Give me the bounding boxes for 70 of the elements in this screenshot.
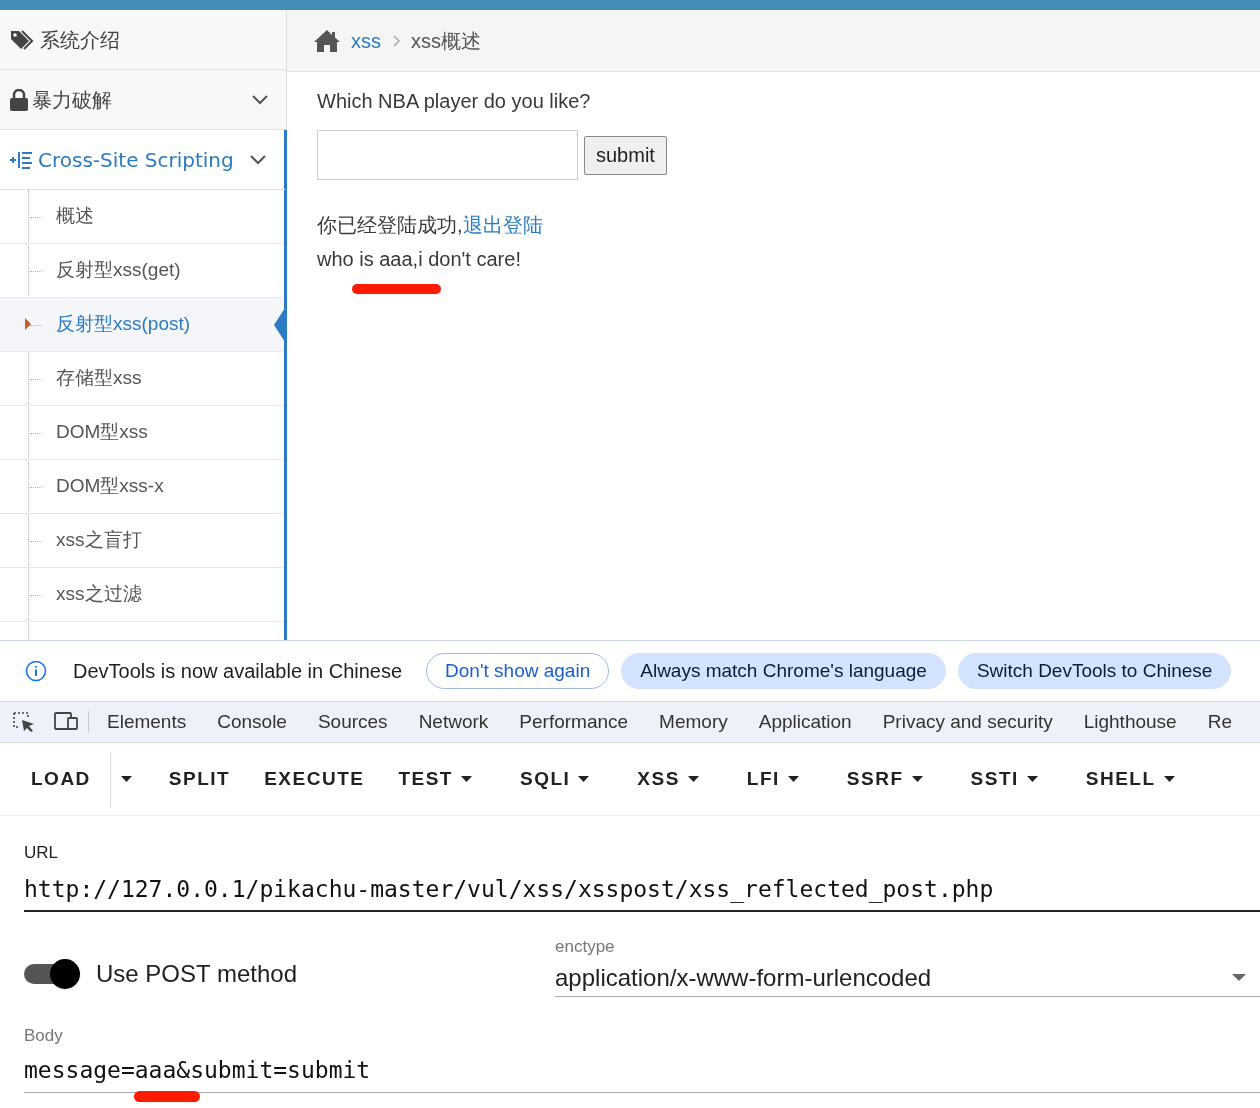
breadcrumb-link[interactable]: xss (351, 25, 381, 56)
toggle-switch[interactable] (24, 959, 80, 990)
logout-link[interactable]: 退出登陆 (462, 214, 543, 236)
sidebar-subitem[interactable]: 反射型xss(post) (0, 298, 284, 352)
home-icon[interactable] (313, 28, 341, 53)
sidebar-subitem[interactable]: xss之盲打 (0, 514, 284, 568)
toolbar-button[interactable]: SSTI (955, 757, 1053, 801)
caret-right-icon (25, 318, 31, 330)
chevron-right-icon (391, 34, 401, 47)
caret-down-icon (120, 776, 132, 782)
lock-icon (10, 88, 28, 111)
devtools-tab[interactable]: Re (1207, 707, 1232, 737)
caret-down-icon (1026, 776, 1038, 782)
element-picker-icon[interactable] (12, 711, 36, 733)
sidebar-subitem[interactable]: DOM型xss (0, 406, 284, 460)
devtools-tab[interactable]: Performance (519, 707, 629, 737)
chevron-down-icon (252, 94, 268, 105)
url-label: URL (24, 842, 59, 864)
enctype-label: enctype (555, 935, 616, 958)
body-label: Body (24, 1025, 64, 1047)
devtools-tab[interactable]: Network (418, 707, 489, 737)
toolbar-button[interactable]: EXECUTE (249, 757, 380, 801)
caret-down-icon (1163, 776, 1175, 782)
devtools-tab[interactable]: Application (758, 707, 852, 737)
toolbar-button[interactable]: TEST (383, 757, 487, 801)
url-field[interactable]: http://127.0.0.1/pikachu-master/vul/xss/xsspost/xss_reflected_post.php (24, 871, 1260, 912)
infobar-button[interactable]: Switch DevTools to Chinese (957, 653, 1232, 689)
breadcrumb-current: xss概述 (411, 28, 481, 54)
device-toggle-icon[interactable] (54, 711, 78, 731)
toolbar-button[interactable]: SPLIT (153, 757, 246, 801)
caret-down-icon (787, 776, 799, 782)
devtools-tab[interactable]: Elements (107, 707, 187, 737)
info-icon (25, 660, 47, 682)
caret-down-icon (461, 776, 472, 782)
devtools-tab[interactable]: Console (217, 707, 287, 737)
toolbar-button[interactable]: SHELL (1070, 757, 1190, 801)
question-text: Which NBA player do you like? (317, 89, 592, 114)
toolbar-button[interactable]: XSS (622, 757, 714, 801)
devtools-tab[interactable]: Privacy and security (882, 707, 1053, 737)
caret-down-icon (578, 776, 590, 782)
devtools-tab[interactable]: Lighthouse (1083, 707, 1177, 737)
devtools-tab[interactable]: Sources (317, 707, 388, 737)
result-message: who is aaa,i don't care! (317, 247, 522, 272)
dropdown-caret-icon (1232, 974, 1246, 981)
infobar-button[interactable]: Don't show again (426, 653, 610, 689)
sidebar-subitem[interactable]: DOM型xss-x (0, 460, 284, 514)
caret-down-icon (911, 776, 923, 782)
toolbar-button[interactable]: SSRF (831, 757, 938, 801)
sidebar-subitem[interactable]: 概述 (0, 190, 284, 244)
answer-input[interactable] (317, 130, 578, 180)
toolbar-button[interactable]: LFI (731, 757, 814, 801)
chevron-down-icon (250, 154, 266, 165)
sidebar-item[interactable]: 系统介绍 (0, 10, 286, 70)
caret-down-icon (687, 776, 699, 782)
sidebar-subitem[interactable]: 存储型xss (0, 352, 284, 406)
enctype-select[interactable]: application/x-www-form-urlencoded (555, 959, 1260, 997)
login-status-text: 你已经登陆成功, (317, 214, 463, 236)
infobar-message: DevTools is now available in Chinese (73, 659, 403, 684)
list-icon (10, 149, 34, 170)
tag-icon (10, 28, 36, 51)
toolbar-button[interactable]: LOAD (16, 757, 106, 801)
sidebar-subitem[interactable]: xss之过滤 (0, 568, 284, 622)
submit-button[interactable]: submit (584, 135, 667, 175)
sidebar-item[interactable]: Cross-Site Scripting (0, 130, 287, 190)
toolbar-button[interactable]: SQLI (505, 757, 605, 801)
toggle-label: Use POST method (96, 959, 297, 990)
body-field[interactable]: message=aaa&submit=submit (24, 1054, 1260, 1093)
infobar-button[interactable]: Always match Chrome's language (621, 653, 946, 689)
devtools-tab[interactable]: Memory (659, 707, 728, 737)
scribble-underline-mark (134, 1090, 200, 1102)
